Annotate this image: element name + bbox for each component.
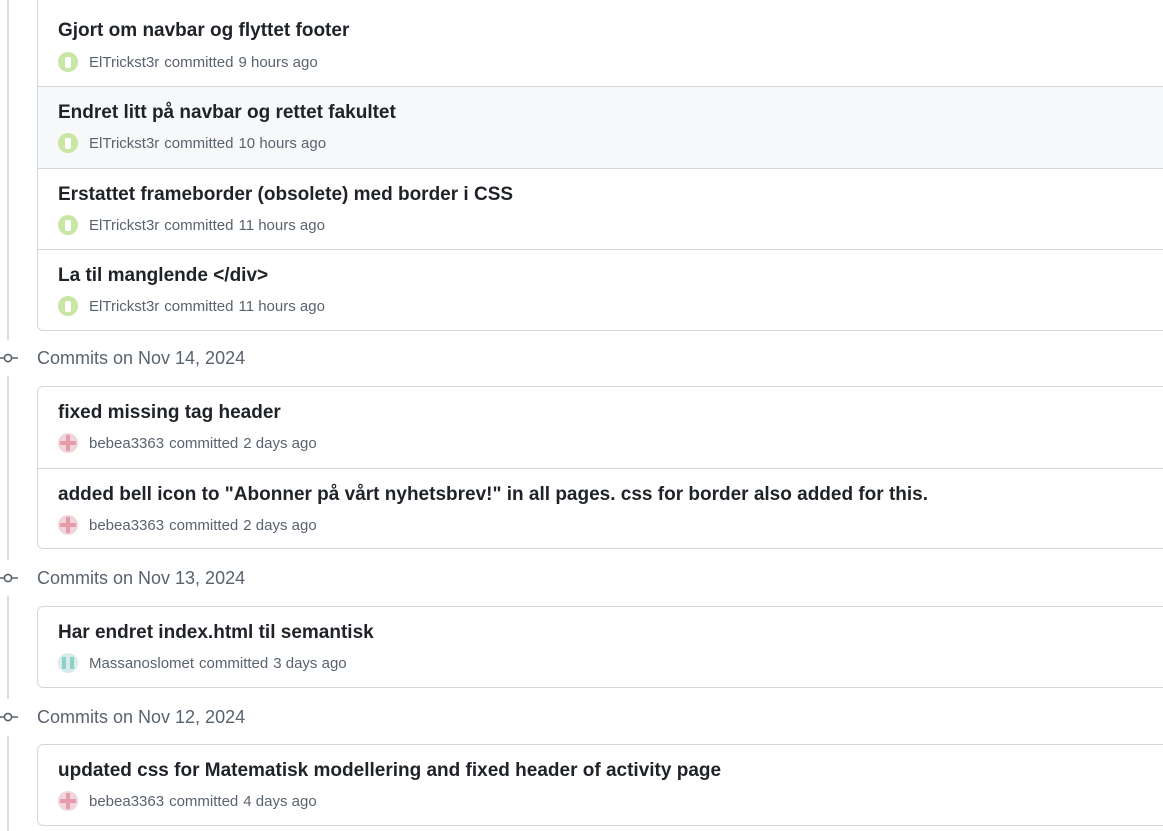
commit-time: 11 hours ago bbox=[238, 297, 325, 315]
timeline-line bbox=[7, 376, 9, 560]
commit-action: committed bbox=[164, 134, 234, 152]
author-link[interactable]: bebea3363 bbox=[89, 517, 164, 534]
avatar-icon[interactable] bbox=[58, 296, 78, 316]
commit-action: committed bbox=[199, 654, 269, 672]
commit-action: committed bbox=[169, 434, 239, 452]
timeline-line bbox=[7, 596, 9, 699]
commit-row[interactable]: Erstattet frameborder (obsolete) med bor… bbox=[38, 168, 1163, 249]
author-link[interactable]: ElTrickst3r bbox=[89, 298, 159, 315]
commit-title-link[interactable]: Erstattet frameborder (obsolete) med bor… bbox=[58, 182, 513, 208]
commit-group-card: updated css for Matematisk modellering a… bbox=[37, 744, 1163, 826]
commit-action: committed bbox=[169, 792, 239, 810]
git-commit-icon bbox=[0, 353, 18, 363]
commit-time: 10 hours ago bbox=[238, 134, 327, 152]
commit-title-link[interactable]: added bell icon to "Abonner på vårt nyhe… bbox=[58, 482, 928, 508]
commit-time: 4 days ago bbox=[243, 792, 317, 810]
commit-action: committed bbox=[169, 516, 239, 534]
commit-time: 9 hours ago bbox=[238, 53, 318, 71]
avatar-icon[interactable] bbox=[58, 215, 78, 235]
commit-row[interactable]: La til manglende </div> ElTrickst3r comm… bbox=[38, 249, 1163, 330]
group-date-heading: Commits on Nov 14, 2024 bbox=[37, 348, 246, 368]
commit-title-link[interactable]: fixed missing tag header bbox=[58, 400, 281, 426]
commit-history: Gjort om navbar og flyttet footer ElTric… bbox=[0, 0, 1163, 831]
commit-row[interactable]: Endret litt på navbar og rettet fakultet… bbox=[38, 86, 1163, 168]
commit-meta: bebea3363 committed 2 days ago bbox=[58, 432, 317, 454]
group-date-heading: Commits on Nov 13, 2024 bbox=[37, 568, 246, 588]
commit-meta: ElTrickst3r committed 10 hours ago bbox=[58, 132, 326, 154]
commit-action: committed bbox=[164, 216, 234, 234]
commit-time: 11 hours ago bbox=[238, 216, 325, 234]
commit-group-card: Har endret index.html til semantisk Mass… bbox=[37, 606, 1163, 688]
commit-meta: ElTrickst3r committed 11 hours ago bbox=[58, 214, 325, 236]
git-commit-icon bbox=[0, 573, 18, 583]
commit-title-link[interactable]: Endret litt på navbar og rettet fakultet bbox=[58, 100, 396, 126]
timeline-line bbox=[7, 736, 9, 831]
commit-row[interactable]: fixed missing tag header bebea3363 commi… bbox=[38, 387, 1163, 468]
commit-title-link[interactable]: La til manglende </div> bbox=[58, 263, 268, 289]
commit-meta: Massanoslomet committed 3 days ago bbox=[58, 652, 347, 674]
commit-title-link[interactable]: updated css for Matematisk modellering a… bbox=[58, 758, 721, 784]
commit-action: committed bbox=[164, 53, 234, 71]
avatar-icon[interactable] bbox=[58, 52, 78, 72]
commit-time: 2 days ago bbox=[243, 516, 317, 534]
commit-row[interactable]: added bell icon to "Abonner på vårt nyhe… bbox=[38, 468, 1163, 548]
commit-meta: bebea3363 committed 2 days ago bbox=[58, 514, 317, 536]
timeline-line bbox=[7, 0, 9, 340]
author-link[interactable]: ElTrickst3r bbox=[89, 135, 159, 152]
commit-title-link[interactable]: Har endret index.html til semantisk bbox=[58, 620, 374, 646]
avatar-icon[interactable] bbox=[58, 433, 78, 453]
author-link[interactable]: Massanoslomet bbox=[89, 655, 194, 672]
commit-meta: ElTrickst3r committed 9 hours ago bbox=[58, 51, 318, 73]
commit-meta: bebea3363 committed 4 days ago bbox=[58, 790, 317, 812]
commit-action: committed bbox=[164, 297, 234, 315]
commit-title-link[interactable]: Gjort om navbar og flyttet footer bbox=[58, 18, 349, 44]
avatar-icon[interactable] bbox=[58, 133, 78, 153]
author-link[interactable]: ElTrickst3r bbox=[89, 54, 159, 71]
commit-meta: ElTrickst3r committed 11 hours ago bbox=[58, 295, 325, 317]
avatar-icon[interactable] bbox=[58, 791, 78, 811]
author-link[interactable]: ElTrickst3r bbox=[89, 217, 159, 234]
commit-row[interactable]: updated css for Matematisk modellering a… bbox=[38, 745, 1163, 825]
author-link[interactable]: bebea3363 bbox=[89, 435, 164, 452]
commit-time: 2 days ago bbox=[243, 434, 317, 452]
git-commit-icon bbox=[0, 712, 18, 722]
group-date-heading: Commits on Nov 12, 2024 bbox=[37, 707, 246, 727]
commit-time: 3 days ago bbox=[273, 654, 347, 672]
commit-group-card: fixed missing tag header bebea3363 commi… bbox=[37, 386, 1163, 549]
avatar-icon[interactable] bbox=[58, 515, 78, 535]
commit-group-card: Gjort om navbar og flyttet footer ElTric… bbox=[37, 0, 1163, 331]
commit-row[interactable]: Gjort om navbar og flyttet footer ElTric… bbox=[38, 0, 1163, 86]
author-link[interactable]: bebea3363 bbox=[89, 793, 164, 810]
avatar-icon[interactable] bbox=[58, 653, 78, 673]
commit-row[interactable]: Har endret index.html til semantisk Mass… bbox=[38, 607, 1163, 687]
